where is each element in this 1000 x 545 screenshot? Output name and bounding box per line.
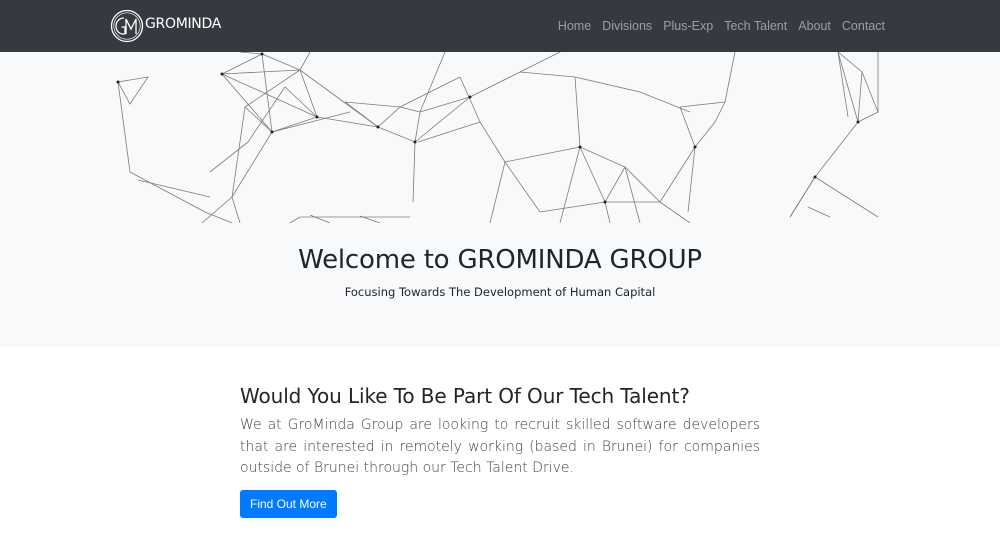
nav-plus-exp-link[interactable]: Plus-Exp [663,19,713,33]
hero-title: Welcome to GROMINDA GROUP [298,245,702,275]
nav-contact-link[interactable]: Contact [842,19,885,33]
tech-talent-heading: Would You Like To Be Part Of Our Tech Ta… [240,384,690,408]
tech-talent-description: We at GroMinda Group are looking to recr… [240,417,760,476]
nav-about-link[interactable]: About [798,19,831,33]
hero-section: Welcome to GROMINDA GROUP Focusing Towar… [0,52,1000,347]
gm-monogram-logo-icon [110,9,144,43]
nav-home-link[interactable]: Home [558,19,591,33]
main-nav: Home Divisions Plus-Exp Tech Talent Abou… [558,0,885,52]
brand-name: GROMINDA [145,16,221,32]
tech-talent-section: Would You Like To Be Part Of Our Tech Ta… [240,384,760,518]
hero-subtitle: Focusing Towards The Development of Huma… [344,285,656,299]
top-navbar: GROMINDA Home Divisions Plus-Exp Tech Ta… [0,0,1000,52]
network-graph-illustration [116,52,879,223]
nav-tech-talent-link[interactable]: Tech Talent [724,19,787,33]
brand-link[interactable]: GROMINDA [110,7,221,45]
nav-divisions-link[interactable]: Divisions [602,19,652,33]
find-out-more-button[interactable]: Find Out More [240,489,337,518]
